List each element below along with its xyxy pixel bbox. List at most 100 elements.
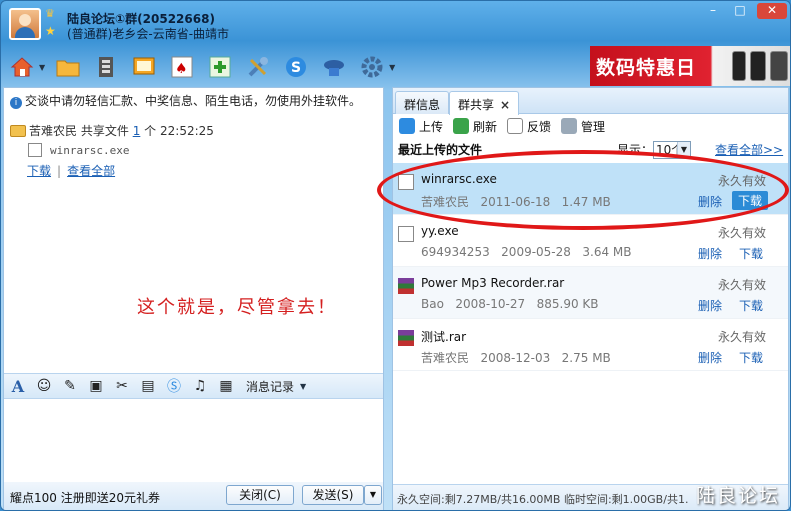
emoji-icon[interactable]: ☺: [34, 376, 54, 396]
main-toolbar: ▼ ♠ S ▼: [7, 49, 395, 85]
minimize-button[interactable]: –: [701, 3, 725, 19]
image-icon[interactable]: ▣: [86, 376, 106, 396]
chat-message: 苦难农民 共享文件 1 个 22:52:25: [10, 122, 214, 139]
gear-icon[interactable]: [357, 52, 387, 82]
chat-panel: i 交谈中请勿轻信汇款、中奖信息、陌生电话，勿使用外挂软件。 苦难农民 共享文件 …: [3, 87, 384, 510]
tab-group-info[interactable]: 群信息: [395, 91, 450, 114]
notice-text: 交谈中请勿轻信汇款、中奖信息、陌生电话，勿使用外挂软件。: [25, 94, 362, 108]
feedback-icon: [507, 118, 524, 134]
folder-icon[interactable]: [53, 52, 83, 82]
download-link[interactable]: 下载: [739, 349, 763, 366]
hint-text: 这个就是，尽管拿去！: [137, 297, 337, 318]
message-input[interactable]: [4, 400, 383, 482]
screen-icon[interactable]: [129, 52, 159, 82]
share-panel: 群信息 群共享 × 上传 刷新 反馈 管理 最近上传的文件 显示： 10个 ▼ 查看…: [392, 87, 789, 510]
svg-text:♠: ♠: [175, 61, 188, 77]
show-count-label: 显示：: [617, 143, 654, 157]
rar-file-icon: [398, 278, 414, 294]
file-validity: 永久有效: [717, 330, 766, 344]
group-avatar[interactable]: [9, 8, 41, 40]
security-notice: i 交谈中请勿轻信汇款、中奖信息、陌生电话，勿使用外挂软件。: [10, 92, 361, 109]
watermark: 陆良论坛: [696, 485, 781, 507]
send-button[interactable]: 发送(S): [302, 485, 364, 505]
file-name: winrarsc.exe: [421, 172, 497, 186]
upload-icon: [399, 118, 415, 134]
file-row[interactable]: winrarsc.exe 苦难农民 2011-06-18 1.47 MB 永久有…: [393, 163, 788, 215]
file-row[interactable]: Power Mp3 Recorder.rar Bao 2008-10-27 88…: [393, 267, 788, 319]
delete-link[interactable]: 删除: [698, 297, 722, 314]
screen-share-icon[interactable]: ▤: [138, 376, 158, 396]
tab-group-share[interactable]: 群共享 ×: [449, 91, 520, 115]
phone-image: [732, 51, 746, 81]
file-row[interactable]: yy.exe 694934253 2009-05-28 3.64 MB 永久有效…: [393, 215, 788, 267]
banner-text: 数码特惠日: [596, 57, 697, 79]
refresh-button[interactable]: 刷新: [453, 118, 497, 135]
file-validity: 永久有效: [717, 226, 766, 240]
file-icon: [28, 143, 42, 157]
window-subtitle: (普通群)老乡会-云南省-曲靖市: [67, 27, 230, 41]
download-link[interactable]: 下载: [739, 245, 763, 262]
delete-link[interactable]: 删除: [698, 193, 722, 210]
font-icon[interactable]: A: [8, 376, 28, 396]
file-name: yy.exe: [421, 224, 459, 238]
rar-file-icon: [398, 330, 414, 346]
file-meta: 苦难农民 2011-06-18 1.47 MB: [421, 195, 611, 209]
show-count-select[interactable]: 10个 ▼: [653, 141, 691, 159]
music-icon[interactable]: ♫: [190, 376, 210, 396]
file-meta: 苦难农民 2008-12-03 2.75 MB: [421, 351, 611, 365]
history-label[interactable]: 消息记录: [246, 378, 294, 395]
close-tab-icon[interactable]: ×: [500, 98, 510, 112]
magic-face-icon[interactable]: ✎: [60, 376, 80, 396]
send-options-button[interactable]: ▼: [364, 485, 382, 505]
soso-icon[interactable]: S: [281, 52, 311, 82]
file-meta: Bao 2008-10-27 885.90 KB: [421, 297, 599, 311]
file-validity: 永久有效: [717, 174, 766, 188]
crown-icon: ♛: [45, 7, 55, 20]
file-count-link[interactable]: 1: [133, 124, 141, 138]
message-sender: 苦难农民: [29, 124, 78, 138]
delete-link[interactable]: 删除: [698, 245, 722, 262]
chevron-down-icon: ▼: [677, 142, 690, 158]
chevron-down-icon[interactable]: ▼: [39, 63, 45, 72]
qq-group-window: ♛ ★ 陆良论坛①群(20522668) (普通群)老乡会-云南省-曲靖市 – …: [0, 0, 791, 511]
svg-text:S: S: [291, 60, 301, 76]
panel-tabs: 群信息 群共享 ×: [393, 88, 788, 115]
view-all-link[interactable]: 查看全部: [67, 164, 115, 178]
manage-icon: [561, 118, 578, 134]
refresh-icon: [453, 118, 470, 134]
chevron-down-icon[interactable]: ▼: [389, 63, 395, 72]
download-link[interactable]: 下载: [27, 164, 51, 178]
exe-file-icon: [398, 174, 414, 190]
maximize-button[interactable]: □: [728, 3, 752, 19]
send-bar: 耀点100 注册即送20元礼券 关闭(C) 发送(S) ▼: [4, 482, 383, 510]
close-button[interactable]: 关闭(C): [226, 485, 294, 505]
album-icon[interactable]: [91, 52, 121, 82]
star-icon: ★: [45, 24, 56, 38]
tools-icon[interactable]: [243, 52, 273, 82]
home-icon[interactable]: [7, 52, 37, 82]
chevron-down-icon[interactable]: ▼: [300, 382, 306, 391]
file-validity: 永久有效: [717, 278, 766, 292]
feedback-button[interactable]: 反馈: [507, 118, 551, 135]
promo-text[interactable]: 耀点100 注册即送20元礼券: [10, 489, 160, 506]
ad-banner[interactable]: 数码特惠日: [590, 46, 790, 86]
download-button[interactable]: 下载: [731, 191, 768, 210]
input-toolbar: A ☺ ✎ ▣ ✂ ▤ Ⓢ ♫ ▦ 消息记录 ▼: [4, 373, 383, 399]
file-row[interactable]: 测试.rar 苦难农民 2008-12-03 2.75 MB 永久有效 删除 下…: [393, 319, 788, 371]
soso-icon[interactable]: Ⓢ: [164, 376, 184, 396]
file-name: Power Mp3 Recorder.rar: [421, 276, 565, 290]
download-link[interactable]: 下载: [739, 297, 763, 314]
hat-icon[interactable]: [319, 52, 349, 82]
add-icon[interactable]: [205, 52, 235, 82]
shared-file-entry: winrarsc.exe: [28, 143, 129, 157]
view-all-link[interactable]: 查看全部>>: [715, 141, 783, 158]
game-icon[interactable]: ♠: [167, 52, 197, 82]
delete-link[interactable]: 删除: [698, 349, 722, 366]
message-links: 下载 | 查看全部: [27, 164, 116, 178]
history-icon[interactable]: ▦: [216, 376, 236, 396]
shared-file-name: winrarsc.exe: [50, 144, 130, 157]
upload-button[interactable]: 上传: [399, 118, 443, 135]
manage-button[interactable]: 管理: [561, 118, 605, 135]
close-window-button[interactable]: ✕: [757, 3, 787, 19]
capture-icon[interactable]: ✂: [112, 376, 132, 396]
